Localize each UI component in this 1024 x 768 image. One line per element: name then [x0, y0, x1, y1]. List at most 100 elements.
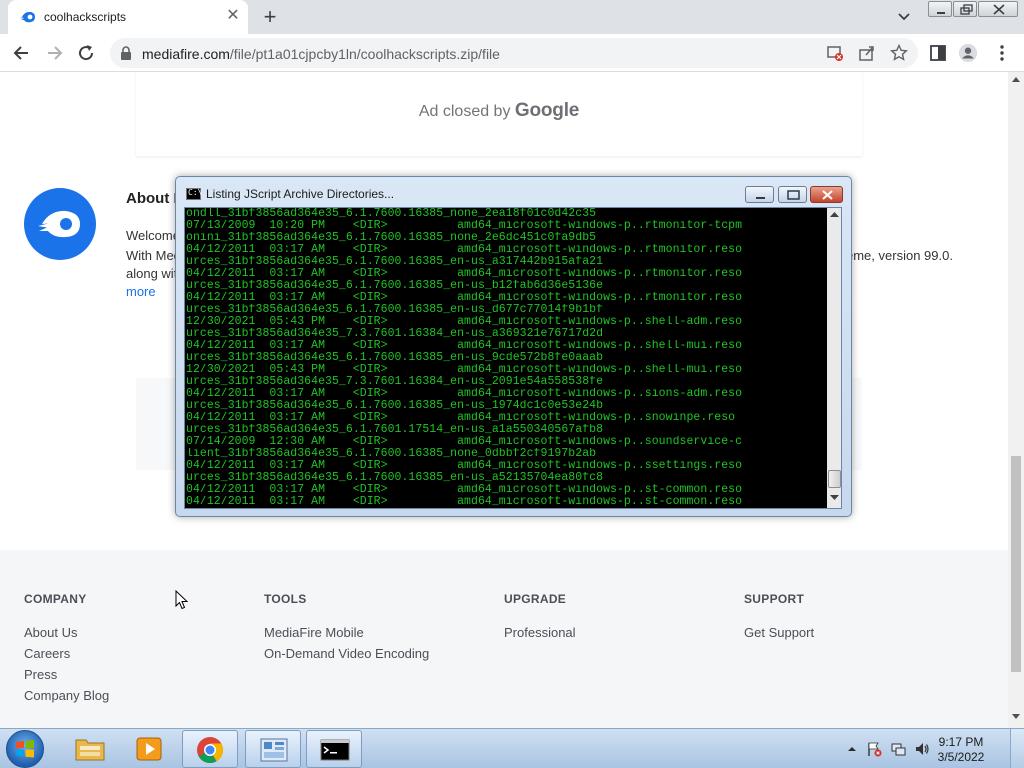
console-line: urces_31bf3856ad364e35_6.1.7600.16385_en…	[186, 280, 604, 292]
taskbar-control-panel[interactable]	[245, 730, 301, 768]
restore-button[interactable]	[953, 1, 977, 17]
command-prompt-icon	[320, 739, 350, 761]
console-line: 12/30/2021 05:43 PM <DIR> amd64_microsof…	[186, 364, 743, 376]
tab-close-icon[interactable]: ✕	[224, 6, 242, 26]
browser-tab[interactable]: coolhackscripts ✕	[8, 0, 248, 34]
console-scrollbar-thumb[interactable]	[828, 470, 841, 488]
taskbar-command-prompt[interactable]	[306, 730, 362, 768]
console-line: 04/12/2011 03:17 AM <DIR> amd64_microsof…	[186, 412, 736, 424]
console-close-button[interactable]	[810, 186, 843, 203]
blocked-popup-icon[interactable]	[826, 44, 844, 62]
console-line: 04/12/2011 03:17 AM <DIR> amd64_microsof…	[186, 460, 743, 472]
scroll-down-arrow-icon[interactable]	[1012, 714, 1020, 720]
show-desktop-button[interactable]	[1010, 729, 1024, 768]
command-prompt-icon: C:\	[186, 188, 202, 200]
footer-link-about-us[interactable]: About Us	[24, 625, 77, 640]
footer-link-get-support[interactable]: Get Support	[744, 625, 814, 640]
close-icon	[993, 4, 1005, 15]
console-line: urces_31bf3856ad364e35_6.1.7600.16385_en…	[186, 304, 604, 316]
share-icon[interactable]	[858, 44, 876, 62]
ad-closed-message: Ad closed by Google	[136, 100, 862, 122]
tab-title: coolhackscripts	[44, 10, 127, 24]
media-player-icon	[136, 737, 162, 761]
windows-logo-icon	[16, 740, 34, 758]
footer-link-professional[interactable]: Professional	[504, 625, 576, 640]
close-window-button[interactable]	[978, 1, 1018, 17]
mediafire-favicon-icon	[20, 11, 35, 23]
console-line: urces_31bf3856ad364e35_6.1.7600.16385_en…	[186, 472, 604, 484]
footer-link-mediafire-mobile[interactable]: MediaFire Mobile	[264, 625, 364, 640]
scroll-down-arrow-icon[interactable]	[830, 495, 839, 501]
console-line: urces_31bf3856ad364e35_6.1.7600.16385_en…	[186, 400, 604, 412]
clock-date: 3/5/2022	[937, 750, 985, 764]
ad-closed-label: Ad closed by	[418, 103, 511, 120]
console-scrollbar[interactable]	[827, 208, 841, 508]
footer-link-video-encoding[interactable]: On-Demand Video Encoding	[264, 646, 429, 661]
tab-search-chevron-icon[interactable]	[894, 8, 914, 26]
scroll-up-arrow-icon[interactable]	[830, 211, 839, 217]
console-line: urces_31bf3856ad364e35_6.1.7600.16385_en…	[186, 352, 604, 364]
footer-link-press[interactable]: Press	[24, 667, 57, 682]
console-line: urces_31bf3856ad364e35_7.3.7601.16384_en…	[186, 376, 604, 388]
browser-tabstrip: coolhackscripts ✕ +	[0, 0, 1024, 34]
footer-heading: COMPANY	[24, 592, 87, 606]
url-text[interactable]: mediafire.com/file/pt1a01cjpcby1ln/coolh…	[142, 46, 500, 62]
browser-toolbar: mediafire.com/file/pt1a01cjpcby1ln/coolh…	[0, 34, 1024, 72]
profile-avatar-icon[interactable]	[958, 43, 978, 63]
clock-time: 9:17 PM	[938, 735, 984, 749]
reload-icon[interactable]	[76, 43, 96, 63]
desktop-screen: coolhackscripts ✕ + mediafire.com/file/p…	[0, 0, 1024, 768]
footer-link-company-blog[interactable]: Company Blog	[24, 688, 109, 703]
console-line: urces_31bf3856ad364e35_7.3.7601.16384_en…	[186, 328, 604, 340]
back-arrow-icon[interactable]	[12, 43, 32, 63]
console-line: 04/12/2011 03:17 AM <DIR> amd64_microsof…	[186, 496, 743, 508]
footer-heading: UPGRADE	[504, 592, 567, 606]
mediafire-logo-icon	[24, 188, 96, 260]
scroll-up-arrow-icon[interactable]	[1012, 76, 1020, 82]
footer-link-careers[interactable]: Careers	[24, 646, 70, 661]
console-line: 04/12/2011 03:17 AM <DIR> amd64_microsof…	[186, 388, 743, 400]
console-line: 12/30/2021 05:43 PM <DIR> amd64_microsof…	[186, 316, 743, 328]
google-logo: Google	[514, 100, 580, 121]
console-line: 04/12/2011 03:17 AM <DIR> amd64_microsof…	[186, 340, 743, 352]
console-line: onini_31bf3856ad364e35_6.1.7600.16385_no…	[186, 232, 597, 244]
forward-arrow-icon[interactable]	[44, 43, 64, 63]
network-icon[interactable]	[890, 741, 906, 757]
about-more-link[interactable]: more	[126, 284, 156, 299]
mouse-cursor-icon	[175, 590, 189, 610]
show-hidden-icons-arrow-icon[interactable]	[844, 741, 860, 757]
new-tab-button[interactable]: +	[258, 4, 282, 30]
windows-taskbar: 9:17 PM 3/5/2022	[0, 728, 1024, 768]
taskbar-file-explorer[interactable]	[62, 730, 118, 768]
console-output[interactable]: ondll_31bf3856ad364e35_6.1.7600.16385_no…	[184, 207, 842, 509]
bookmark-star-icon[interactable]	[890, 44, 908, 62]
start-button[interactable]	[6, 730, 44, 768]
taskbar-clock[interactable]: 9:17 PM 3/5/2022	[926, 735, 996, 765]
restore-icon	[960, 4, 973, 15]
scrollbar-thumb[interactable]	[1011, 456, 1021, 672]
page-scrollbar[interactable]	[1008, 72, 1024, 728]
footer-heading: TOOLS	[264, 592, 307, 606]
menu-kebab-icon[interactable]	[992, 43, 1012, 63]
about-body-text-2: along wit	[126, 266, 178, 281]
side-panel-icon[interactable]	[928, 43, 948, 63]
maximize-icon	[787, 190, 800, 200]
footer-heading: SUPPORT	[744, 592, 805, 606]
console-line: ondll_31bf3856ad364e35_6.1.7600.16385_no…	[186, 208, 597, 220]
console-line: urces_31bf3856ad364e35_6.1.7600.16385_en…	[186, 256, 604, 268]
console-window[interactable]: C:\ Listing JScript Archive Directories.…	[175, 176, 852, 517]
minimize-icon	[937, 12, 945, 14]
ad-container: Ad closed by Google	[136, 72, 862, 156]
action-center-flag-icon[interactable]	[866, 741, 882, 757]
console-minimize-button[interactable]	[745, 186, 774, 203]
console-line: lient_31bf3856ad364e35_6.1.7600.16385_no…	[186, 448, 597, 460]
address-bar[interactable]: mediafire.com/file/pt1a01cjpcby1ln/coolh…	[110, 38, 918, 68]
console-maximize-button[interactable]	[778, 186, 807, 203]
control-panel-icon	[260, 738, 288, 762]
url-domain: mediafire.com	[142, 46, 230, 62]
minimize-button[interactable]	[928, 1, 952, 17]
taskbar-chrome[interactable]	[182, 730, 238, 768]
console-line: 04/12/2011 03:17 AM <DIR> amd64_microsof…	[186, 292, 743, 304]
taskbar-media-player[interactable]	[122, 730, 178, 768]
lock-icon[interactable]	[120, 46, 132, 60]
